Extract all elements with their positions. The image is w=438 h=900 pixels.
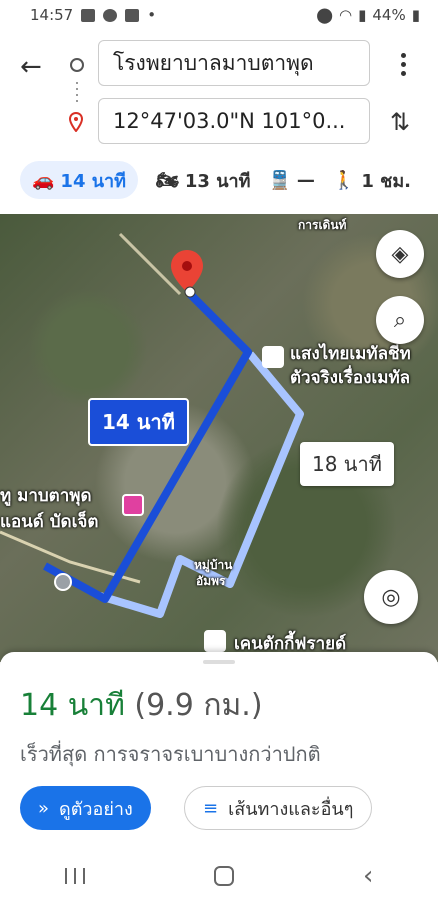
- recent-apps-icon[interactable]: [64, 868, 85, 884]
- route-alt-badge[interactable]: 18 นาที: [300, 442, 394, 486]
- route-summary-sheet[interactable]: 14 นาที (9.9 กม.) เร็วที่สุด การจราจรเบา…: [0, 652, 438, 852]
- directions-header: ← โรงพยาบาลมาบตาพุด 12°47'03.0"N 101°0..…: [0, 30, 438, 212]
- sheet-handle[interactable]: [203, 660, 235, 664]
- origin-input[interactable]: โรงพยาบาลมาบตาพุด: [98, 40, 370, 86]
- tab-driving-label: 14 นาที: [60, 170, 127, 192]
- system-nav-bar: ‹: [0, 852, 438, 900]
- preview-button[interactable]: » ดูตัวอย่าง: [20, 786, 151, 830]
- my-location-button[interactable]: ◎: [364, 570, 418, 624]
- layers-icon: ◈: [391, 241, 409, 267]
- map-view[interactable]: การเดินท์ แสงไทยเมทัลชีท ตัวจริงเรื่องเม…: [0, 214, 438, 662]
- preview-chevron-icon: »: [38, 797, 50, 819]
- destination-pin-icon: [68, 112, 84, 132]
- signal-icon: ▮: [358, 6, 367, 24]
- back-arrow-icon[interactable]: ←: [20, 52, 50, 82]
- shop-icon[interactable]: [262, 346, 284, 368]
- more-options-icon[interactable]: [396, 50, 410, 80]
- battery-level: 44%: [372, 6, 406, 24]
- motorcycle-icon: 🏍: [156, 169, 179, 191]
- walk-icon: 🚶: [332, 169, 356, 191]
- tab-motorcycle[interactable]: 🏍 13 นาที: [156, 161, 250, 199]
- origin-dot-icon: [70, 58, 84, 72]
- poi-hotel-line1[interactable]: ทู มาบตาพุด: [0, 482, 92, 509]
- preview-button-label: ดูตัวอย่าง: [59, 798, 133, 820]
- battery-icon: ▮: [411, 6, 420, 24]
- route-subtitle: เร็วที่สุด การจราจรเบาบางกว่าปกติ: [20, 742, 321, 766]
- travel-mode-tabs: 🚗 14 นาที 🏍 13 นาที 🚆 — 🚶 1 ชม.: [20, 160, 438, 200]
- tab-transit-label: —: [296, 169, 315, 191]
- poi-hotel-line2[interactable]: แอนด์ บัดเจ็ต: [0, 508, 98, 535]
- hotel-icon[interactable]: [122, 494, 144, 516]
- steps-button[interactable]: ≡ เส้นทางและอื่นๆ: [184, 786, 373, 830]
- eta-distance: (9.9 กม.): [134, 688, 263, 723]
- location-icon: ⬤: [316, 6, 334, 24]
- eta-time: 14 นาที: [20, 688, 125, 723]
- line-icon: [103, 8, 118, 22]
- car-icon: 🚗: [32, 169, 55, 191]
- transit-icon: 🚆: [268, 169, 291, 191]
- back-icon[interactable]: ‹: [363, 861, 373, 891]
- eta-line: 14 นาที (9.9 กม.): [20, 682, 263, 729]
- poi-sangthai-line1[interactable]: แสงไทยเมทัลชีท: [290, 340, 411, 367]
- map-label-top: การเดินท์: [298, 218, 347, 232]
- route-dots-divider: [76, 82, 78, 104]
- steps-button-label: เส้นทางและอื่นๆ: [228, 798, 354, 820]
- gallery-icon: [81, 8, 96, 22]
- swap-icon[interactable]: ⇅: [390, 108, 410, 136]
- tab-motorcycle-label: 13 นาที: [184, 170, 251, 192]
- kfc-icon[interactable]: [204, 630, 226, 652]
- wifi-icon: ◠: [339, 6, 353, 24]
- route-fast-badge[interactable]: 14 นาที: [88, 398, 189, 446]
- tab-driving[interactable]: 🚗 14 นาที: [20, 161, 139, 199]
- facebook-icon: [125, 8, 140, 22]
- my-location-icon: ◎: [381, 584, 401, 610]
- layers-button[interactable]: ◈: [376, 230, 424, 278]
- more-notifications-icon: •: [147, 6, 157, 24]
- tab-transit[interactable]: 🚆 —: [268, 161, 314, 199]
- origin-marker: [54, 573, 72, 591]
- route-fastest[interactable]: [43, 291, 252, 603]
- home-icon[interactable]: [213, 866, 234, 886]
- search-button[interactable]: ⌕: [376, 296, 424, 344]
- list-icon: ≡: [203, 797, 219, 819]
- village-label-line2: อัมพร: [196, 574, 226, 588]
- status-time: 14:57: [30, 6, 74, 24]
- status-bar: 14:57 • ⬤ ◠ ▮ 44% ▮: [0, 0, 438, 30]
- tab-walking[interactable]: 🚶 1 ชม.: [333, 161, 411, 199]
- tab-walking-label: 1 ชม.: [361, 170, 412, 192]
- search-icon: ⌕: [393, 307, 407, 333]
- poi-sangthai-line2[interactable]: ตัวจริงเรื่องเมทัล: [290, 364, 410, 391]
- destination-input[interactable]: 12°47'03.0"N 101°0...: [98, 98, 370, 144]
